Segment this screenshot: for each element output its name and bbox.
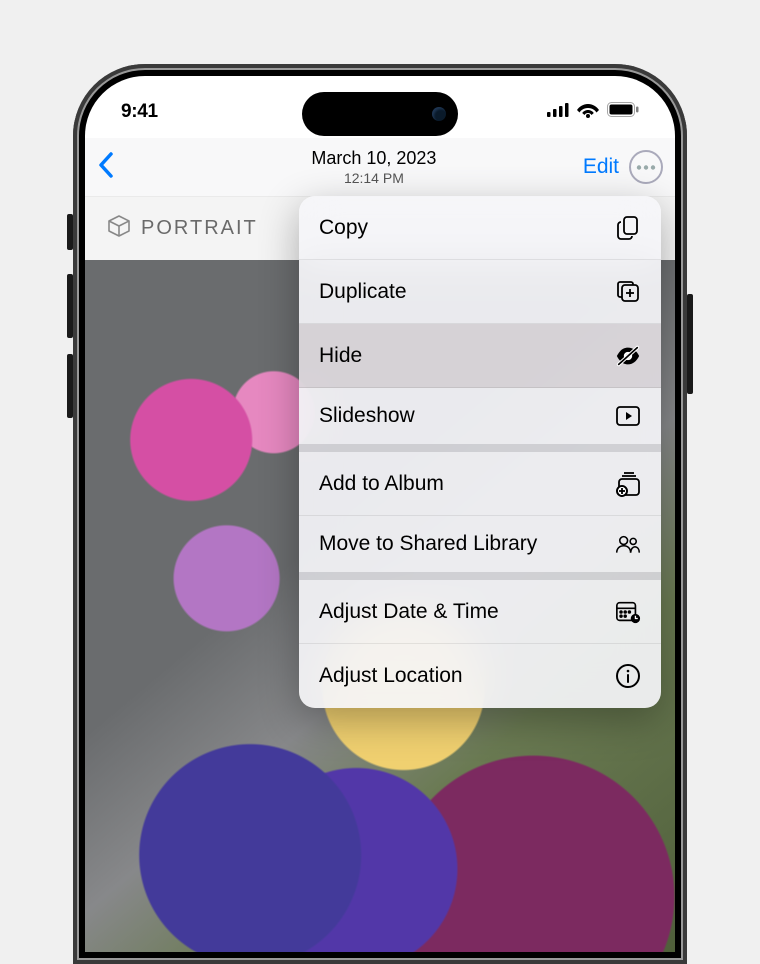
hide-icon bbox=[615, 343, 641, 369]
status-time: 9:41 bbox=[121, 101, 158, 123]
menu-item-label: Duplicate bbox=[319, 280, 407, 304]
power-button bbox=[687, 294, 693, 394]
menu-item-slideshow[interactable]: Slideshow bbox=[299, 388, 661, 452]
menu-item-shared-library[interactable]: Move to Shared Library bbox=[299, 516, 661, 580]
menu-item-adjust-date[interactable]: Adjust Date & Time bbox=[299, 580, 661, 644]
duplicate-icon bbox=[615, 279, 641, 305]
add-album-icon bbox=[615, 471, 641, 497]
photo-time: 12:14 PM bbox=[165, 170, 583, 188]
menu-item-label: Copy bbox=[319, 216, 368, 240]
cube-icon bbox=[107, 214, 131, 244]
side-button bbox=[67, 214, 73, 250]
menu-item-label: Move to Shared Library bbox=[319, 532, 537, 556]
slideshow-icon bbox=[615, 403, 641, 429]
menu-item-hide[interactable]: Hide bbox=[299, 324, 661, 388]
menu-item-label: Adjust Location bbox=[319, 664, 463, 688]
portrait-label: PORTRAIT bbox=[141, 217, 258, 240]
back-button[interactable] bbox=[97, 151, 115, 184]
edit-button[interactable]: Edit bbox=[583, 155, 619, 179]
screen: 9:41 March 10, 2023 12 bbox=[85, 76, 675, 952]
more-button[interactable] bbox=[629, 150, 663, 184]
menu-item-label: Hide bbox=[319, 344, 362, 368]
nav-title: March 10, 2023 12:14 PM bbox=[165, 147, 583, 188]
front-camera bbox=[432, 107, 446, 121]
menu-item-duplicate[interactable]: Duplicate bbox=[299, 260, 661, 324]
battery-icon bbox=[607, 102, 639, 122]
calendar-icon bbox=[615, 599, 641, 625]
location-info-icon bbox=[615, 663, 641, 689]
photo-content[interactable]: Copy Duplicate Hide bbox=[85, 260, 675, 952]
photo-date: March 10, 2023 bbox=[165, 147, 583, 170]
nav-bar: March 10, 2023 12:14 PM Edit bbox=[85, 138, 675, 196]
wifi-icon bbox=[577, 102, 599, 123]
menu-item-label: Slideshow bbox=[319, 404, 415, 428]
volume-up-button bbox=[67, 274, 73, 338]
phone-frame: 9:41 March 10, 2023 12 bbox=[73, 64, 687, 964]
volume-down-button bbox=[67, 354, 73, 418]
menu-item-label: Add to Album bbox=[319, 472, 444, 496]
menu-item-copy[interactable]: Copy bbox=[299, 196, 661, 260]
shared-library-icon bbox=[615, 531, 641, 557]
menu-item-adjust-location[interactable]: Adjust Location bbox=[299, 644, 661, 708]
dynamic-island bbox=[302, 92, 458, 136]
context-menu: Copy Duplicate Hide bbox=[299, 196, 661, 708]
cellular-icon bbox=[547, 103, 569, 122]
menu-item-label: Adjust Date & Time bbox=[319, 600, 499, 624]
copy-icon bbox=[615, 215, 641, 241]
menu-item-add-album[interactable]: Add to Album bbox=[299, 452, 661, 516]
